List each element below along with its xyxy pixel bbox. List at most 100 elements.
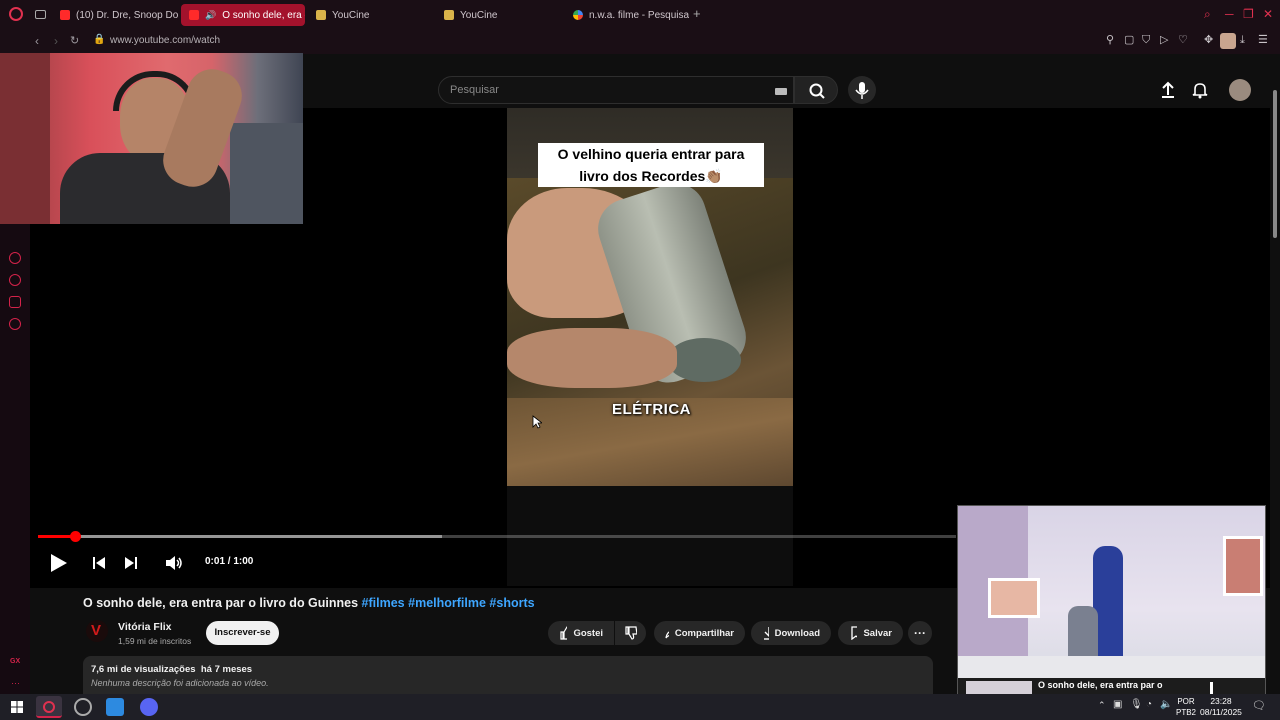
notifications-icon[interactable] (1190, 80, 1210, 100)
view-count: 7,6 mi de visualizações (91, 664, 196, 675)
miniplayer[interactable]: O sonho dele, era entra par o (957, 505, 1266, 695)
history-icon[interactable] (9, 274, 21, 286)
notifications-tray-icon[interactable]: 🗨 (1252, 699, 1266, 712)
opera-gx-logo-icon[interactable] (9, 7, 23, 21)
voice-search-button[interactable] (848, 76, 876, 104)
tab-title: O sonho dele, era entr (222, 9, 305, 21)
page-scrollbar[interactable] (1270, 70, 1280, 694)
hashtag-link[interactable]: #filmes (362, 596, 405, 610)
settings-icon[interactable] (9, 318, 21, 330)
miniplayer-video[interactable] (958, 506, 1265, 678)
tab-title: n.w.a. filme - Pesquisa Go (589, 9, 689, 21)
next-icon[interactable] (122, 554, 140, 572)
more-icon[interactable]: ··· (11, 678, 20, 688)
upload-icon[interactable] (1158, 80, 1178, 100)
extensions-icon[interactable]: ✥ (1204, 35, 1215, 46)
back-icon[interactable]: ‹ (35, 34, 39, 48)
description-text: Nenhuma descrição foi adicionada ao víde… (91, 678, 269, 688)
tray-app-icon[interactable]: ▣ (1113, 699, 1122, 710)
volume-icon[interactable] (164, 554, 184, 572)
keyboard-icon[interactable] (775, 88, 787, 95)
tab-nwa-filme[interactable]: n.w.a. filme - Pesquisa Go (565, 4, 689, 26)
scrollbar-thumb[interactable] (1273, 90, 1277, 238)
tab-youcine-1[interactable]: YouCine (308, 4, 432, 26)
save-button[interactable]: Salvar (838, 621, 903, 645)
time-display: 0:01 / 1:00 (205, 556, 254, 567)
profile-avatar[interactable] (1220, 33, 1236, 49)
like-button[interactable]: Gostei (548, 621, 614, 645)
search-button[interactable] (794, 76, 838, 104)
previous-icon[interactable] (90, 554, 108, 572)
thumbs-up-icon (560, 626, 568, 640)
hashtag-link[interactable]: #melhorfilme (408, 596, 486, 610)
clock-date: 08/11/2025 (1200, 707, 1242, 717)
more-actions-button[interactable]: ··· (908, 621, 932, 645)
thumbs-down-icon (625, 626, 637, 640)
like-label: Gostei (573, 627, 603, 639)
tab-menu-icon[interactable] (35, 10, 46, 19)
heart-icon[interactable]: ♡ (1178, 35, 1189, 46)
subscribe-button[interactable]: Inscrever-se (206, 621, 279, 645)
player-icon[interactable] (9, 252, 21, 264)
network-icon[interactable]: ◔ (1146, 699, 1152, 710)
windows-taskbar: ⌃ ▣ 🎙 ◔ 🔈 POR PTB2 23:28 08/11/2025 🗨 (0, 694, 1280, 720)
download-arrow-icon (764, 627, 769, 640)
search-icon (809, 83, 825, 99)
share-label: Compartilhar (674, 627, 734, 639)
search-placeholder: Pesquisar (450, 84, 499, 96)
editor-taskbar-icon[interactable] (106, 698, 124, 716)
play-icon[interactable]: ▷ (1160, 35, 1171, 46)
miniplayer-thumbnail (966, 681, 1032, 694)
restore-icon[interactable]: ❐ (1243, 7, 1254, 21)
discord-taskbar-icon[interactable] (140, 698, 158, 716)
webcam-overlay (0, 53, 303, 224)
shield-icon[interactable]: ⛉ (1142, 35, 1153, 46)
tab-o-sonho-dele[interactable]: 🔊 O sonho dele, era entr (181, 4, 305, 26)
play-icon[interactable] (47, 552, 69, 574)
browser-tab-bar: (10) Dr. Dre, Snoop Dogg 🔊 O sonho dele,… (0, 0, 1280, 30)
subscriber-count: 1,59 mi de inscritos (118, 636, 192, 646)
menu-icon[interactable]: ☰ (1258, 35, 1269, 46)
pin-icon[interactable]: ⚲ (1106, 35, 1117, 46)
google-icon (573, 10, 583, 20)
snapshot-icon[interactable]: ▢ (1124, 35, 1135, 46)
download-button[interactable]: Download (751, 621, 831, 645)
system-clock[interactable]: 23:28 08/11/2025 (1200, 696, 1242, 718)
dislike-button[interactable] (615, 621, 646, 645)
minimize-icon[interactable]: ─ (1225, 7, 1234, 21)
channel-name[interactable]: Vitória Flix (118, 621, 172, 633)
speaker-tray-icon[interactable]: 🔈 (1160, 699, 1172, 710)
youcine-icon (444, 10, 454, 20)
gx-label[interactable]: GX (10, 658, 20, 665)
share-button[interactable]: Compartilhar (654, 621, 745, 645)
tab-title: YouCine (460, 9, 498, 21)
new-tab-icon[interactable]: + (693, 7, 705, 20)
description-box[interactable]: 7,6 mi de visualizações há 7 meses Nenhu… (83, 656, 933, 694)
search-input[interactable]: Pesquisar (438, 76, 794, 104)
extensions-sidebar-icon[interactable] (9, 296, 21, 308)
opera-gx-taskbar-icon[interactable] (36, 696, 62, 718)
download-icon[interactable]: ⤓ (1240, 35, 1251, 46)
reload-icon[interactable]: ↻ (70, 34, 79, 47)
close-icon[interactable]: ✕ (1263, 7, 1273, 21)
upload-age: há 7 meses (200, 664, 253, 675)
input-language[interactable]: POR PTB2 (1176, 696, 1196, 718)
account-avatar[interactable] (1229, 79, 1251, 101)
tab-youcine-2[interactable]: YouCine (436, 4, 560, 26)
windows-start-icon[interactable] (8, 698, 26, 716)
forward-icon[interactable]: › (54, 34, 58, 48)
video-title: O sonho dele, era entra par o livro do G… (83, 596, 535, 610)
url-text[interactable]: www.youtube.com/watch (110, 35, 220, 46)
more-horizontal-icon: ··· (914, 626, 926, 640)
speaker-icon: 🔊 (205, 9, 217, 20)
obs-taskbar-icon[interactable] (74, 698, 92, 716)
tab-dr-dre[interactable]: (10) Dr. Dre, Snoop Dogg (52, 4, 178, 26)
tray-chevron-icon[interactable]: ⌃ (1098, 700, 1106, 711)
avatar-letter: V (91, 622, 102, 639)
language-code: POR (1177, 697, 1195, 706)
search-tabs-icon[interactable]: ⌕ (1204, 7, 1211, 22)
microphone-tray-icon[interactable]: 🎙 (1130, 699, 1143, 710)
progress-scrubber[interactable] (70, 531, 81, 542)
channel-avatar[interactable]: V (86, 620, 108, 642)
hashtag-link[interactable]: #shorts (489, 596, 534, 610)
